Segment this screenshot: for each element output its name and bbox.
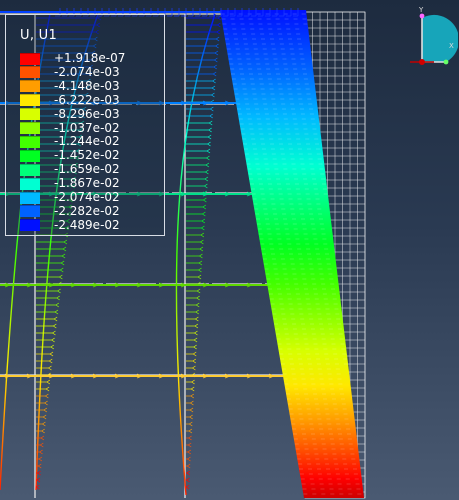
legend-value: -1.452e-02 bbox=[54, 148, 120, 163]
legend-swatch bbox=[20, 80, 40, 93]
triad-x-label: X bbox=[449, 42, 454, 50]
axis-triad[interactable]: Y X bbox=[402, 4, 458, 66]
legend-entry: +1.918e-07 bbox=[20, 52, 125, 65]
contour-legend: U, U1 +1.918e-07 -2.074e-03 -4.148e-03 -6.2… bbox=[5, 14, 165, 236]
legend-value: -2.489e-02 bbox=[54, 217, 120, 232]
legend-swatch bbox=[20, 219, 40, 232]
triad-x-tip bbox=[443, 59, 449, 65]
legend-value: -2.282e-02 bbox=[54, 203, 120, 218]
legend-entry: -1.867e-02 bbox=[20, 177, 120, 190]
triad-y-tip bbox=[419, 13, 425, 19]
legend-swatch bbox=[20, 52, 40, 65]
legend-value: -1.867e-02 bbox=[54, 176, 120, 191]
legend-entry: -1.244e-02 bbox=[20, 135, 120, 148]
triad-y-label: Y bbox=[418, 6, 424, 14]
legend-entry: -2.074e-03 bbox=[20, 64, 120, 79]
legend-value: -6.222e-03 bbox=[54, 92, 120, 107]
legend-entry: -6.222e-03 bbox=[20, 92, 120, 107]
legend-entry: -4.148e-03 bbox=[20, 78, 120, 93]
legend-swatch bbox=[20, 163, 40, 176]
legend-swatch bbox=[20, 205, 40, 218]
triad-origin bbox=[419, 59, 425, 65]
legend-entry: -2.489e-02 bbox=[20, 217, 120, 232]
displacement-arrows-mid bbox=[185, 15, 222, 490]
legend-entry: -2.074e-02 bbox=[20, 191, 120, 204]
legend-value: -1.037e-02 bbox=[54, 120, 120, 135]
legend-entry: -8.296e-03 bbox=[20, 106, 120, 121]
legend-swatch bbox=[20, 149, 40, 162]
legend-value: -4.148e-03 bbox=[54, 78, 120, 93]
legend-swatch bbox=[20, 191, 40, 204]
legend-swatch bbox=[20, 177, 40, 190]
legend-value: +1.918e-07 bbox=[54, 51, 126, 65]
legend-entry: -1.037e-02 bbox=[20, 120, 120, 135]
legend-value: -8.296e-03 bbox=[54, 106, 120, 121]
legend-value: -1.244e-02 bbox=[54, 134, 120, 149]
triad-quadrant bbox=[422, 14, 458, 62]
legend-swatch bbox=[20, 66, 40, 79]
legend-entry: -2.282e-02 bbox=[20, 203, 120, 218]
deformed-column-right bbox=[175, 13, 216, 496]
legend-entry: -1.659e-02 bbox=[20, 163, 120, 176]
legend-entry: -1.452e-02 bbox=[20, 149, 120, 162]
legend-swatch bbox=[20, 122, 40, 134]
legend-swatch bbox=[20, 108, 40, 121]
legend-swatch bbox=[20, 135, 40, 148]
legend-title: U, U1 bbox=[20, 28, 58, 43]
legend-swatch bbox=[20, 94, 40, 107]
legend-value: -2.074e-03 bbox=[54, 64, 120, 79]
legend-value: -2.074e-02 bbox=[54, 190, 120, 204]
legend-value: -1.659e-02 bbox=[54, 162, 120, 177]
